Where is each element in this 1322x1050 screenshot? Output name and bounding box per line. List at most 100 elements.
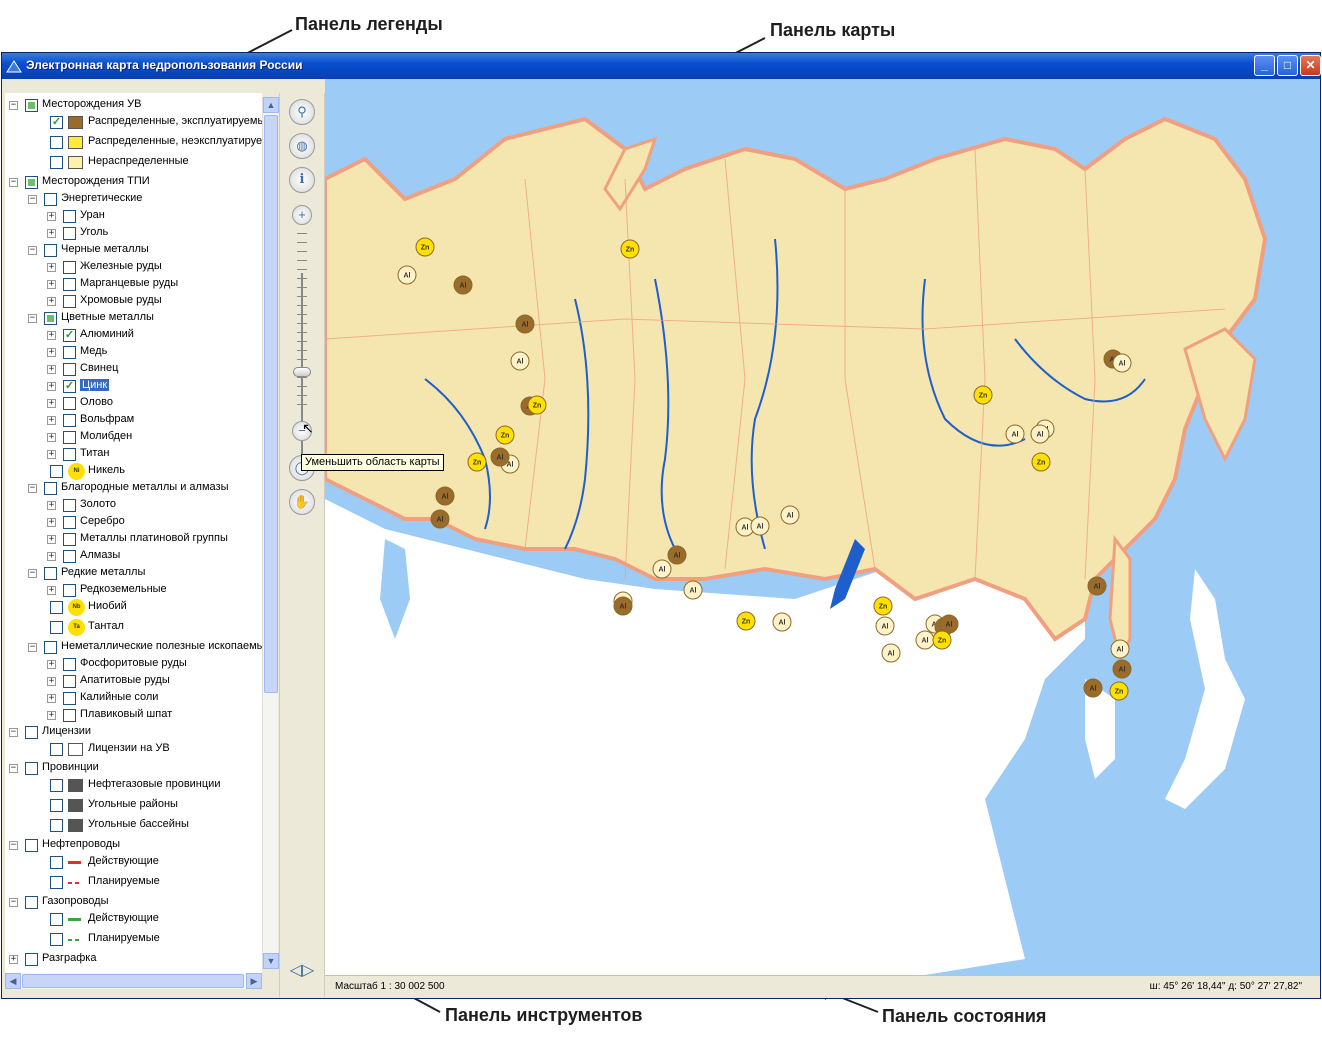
deposit-marker[interactable]: Zn: [932, 630, 952, 650]
legend-item[interactable]: + Олово: [5, 395, 262, 412]
expand-icon[interactable]: +: [47, 399, 56, 408]
collapse-icon[interactable]: −: [9, 728, 18, 737]
deposit-marker[interactable]: Al: [683, 580, 703, 600]
scroll-left-icon[interactable]: ◀: [5, 973, 21, 989]
legend-checkbox[interactable]: [50, 856, 63, 869]
expand-icon[interactable]: +: [47, 263, 56, 272]
legend-item[interactable]: + Марганцевые руды: [5, 276, 262, 293]
deposit-marker[interactable]: Al: [1112, 353, 1132, 373]
deposit-marker[interactable]: Al: [915, 630, 935, 650]
legend-checkbox[interactable]: [63, 414, 76, 427]
deposit-marker[interactable]: Zn: [873, 596, 893, 616]
expand-icon[interactable]: +: [47, 586, 56, 595]
legend-checkbox[interactable]: [63, 261, 76, 274]
legend-checkbox[interactable]: [63, 658, 76, 671]
expand-icon[interactable]: +: [47, 280, 56, 289]
deposit-marker[interactable]: Zn: [527, 395, 547, 415]
legend-checkbox[interactable]: [50, 779, 63, 792]
binoculars-icon[interactable]: ⚲: [289, 99, 315, 125]
legend-checkbox[interactable]: [50, 743, 63, 756]
legend-checkbox[interactable]: [50, 933, 63, 946]
deposit-marker[interactable]: Al: [780, 505, 800, 525]
legend-checkbox[interactable]: [63, 675, 76, 688]
deposit-marker[interactable]: Al: [875, 616, 895, 636]
expand-icon[interactable]: +: [47, 535, 56, 544]
legend-item[interactable]: + ✓ Алюминий: [5, 327, 262, 344]
deposit-marker[interactable]: Al: [510, 351, 530, 371]
collapse-icon[interactable]: −: [28, 569, 37, 578]
legend-item[interactable]: + Золото: [5, 497, 262, 514]
legend-item[interactable]: Планируемые: [5, 874, 262, 891]
legend-checkbox[interactable]: ✓: [63, 380, 76, 393]
deposit-marker[interactable]: Al: [1112, 659, 1132, 679]
legend-item[interactable]: + Редкоземельные: [5, 582, 262, 599]
expand-icon[interactable]: +: [47, 433, 56, 442]
deposit-marker[interactable]: Al: [435, 486, 455, 506]
legend-item[interactable]: + Металлы платиновой группы: [5, 531, 262, 548]
deposit-marker[interactable]: Al: [939, 614, 959, 634]
legend-item[interactable]: + Молибден: [5, 429, 262, 446]
legend-item[interactable]: + Уголь: [5, 225, 262, 242]
expand-icon[interactable]: +: [9, 955, 18, 964]
legend-item[interactable]: + Фосфоритовые руды: [5, 656, 262, 673]
legend-item[interactable]: Nb Ниобий: [5, 599, 262, 616]
expand-icon[interactable]: +: [47, 677, 56, 686]
deposit-marker[interactable]: Zn: [1109, 681, 1129, 701]
deposit-marker[interactable]: Al: [453, 275, 473, 295]
deposit-marker[interactable]: Al: [1005, 424, 1025, 444]
legend-checkbox[interactable]: [63, 397, 76, 410]
collapse-icon[interactable]: −: [28, 246, 37, 255]
legend-checkbox[interactable]: [44, 312, 57, 325]
legend-checkbox[interactable]: [63, 431, 76, 444]
collapse-icon[interactable]: −: [28, 314, 37, 323]
legend-checkbox[interactable]: [63, 295, 76, 308]
deposit-marker[interactable]: Al: [652, 559, 672, 579]
deposit-marker[interactable]: Al: [881, 643, 901, 663]
legend-item[interactable]: + Вольфрам: [5, 412, 262, 429]
deposit-marker[interactable]: Al: [667, 545, 687, 565]
legend-item[interactable]: + Титан: [5, 446, 262, 463]
minimize-button[interactable]: _: [1254, 55, 1275, 76]
legend-checkbox[interactable]: [63, 278, 76, 291]
legend-item[interactable]: Ta Тантал: [5, 619, 262, 636]
deposit-marker[interactable]: Al: [1083, 678, 1103, 698]
deposit-marker[interactable]: Zn: [973, 385, 993, 405]
legend-checkbox[interactable]: [25, 762, 38, 775]
expand-icon[interactable]: +: [47, 365, 56, 374]
legend-checkbox[interactable]: [63, 533, 76, 546]
map-panel[interactable]: Zn Al Al Al Al Al Zn Zn Zn Al Al Al Al Zn Zn Al Al Al Zn Al…: [325, 79, 1320, 975]
deposit-marker[interactable]: Zn: [1031, 452, 1051, 472]
legend-checkbox[interactable]: [63, 346, 76, 359]
collapse-icon[interactable]: −: [9, 178, 18, 187]
legend-checkbox[interactable]: ✓: [50, 116, 63, 129]
legend-checkbox[interactable]: [50, 465, 63, 478]
collapse-panel-icon[interactable]: ◁▷: [289, 959, 315, 985]
close-button[interactable]: ✕: [1300, 55, 1321, 76]
deposit-marker[interactable]: Zn: [736, 611, 756, 631]
legend-item[interactable]: − Месторождения УВ: [5, 97, 262, 114]
expand-icon[interactable]: +: [47, 501, 56, 510]
legend-checkbox[interactable]: [63, 363, 76, 376]
legend-item[interactable]: Ni Никель: [5, 463, 262, 480]
legend-item[interactable]: Действующие: [5, 911, 262, 928]
globe-icon[interactable]: ◍: [289, 133, 315, 159]
legend-item[interactable]: + Апатитовые руды: [5, 673, 262, 690]
legend-checkbox[interactable]: [63, 210, 76, 223]
deposit-marker[interactable]: Zn: [495, 425, 515, 445]
legend-checkbox[interactable]: [50, 156, 63, 169]
legend-checkbox[interactable]: [63, 692, 76, 705]
scroll-thumb[interactable]: [264, 115, 278, 693]
collapse-icon[interactable]: −: [28, 643, 37, 652]
legend-item[interactable]: + Серебро: [5, 514, 262, 531]
expand-icon[interactable]: +: [47, 552, 56, 561]
collapse-icon[interactable]: −: [9, 841, 18, 850]
pan-hand-icon[interactable]: ✋: [289, 489, 315, 515]
deposit-marker[interactable]: Al: [515, 314, 535, 334]
legend-item[interactable]: − Черные металлы: [5, 242, 262, 259]
legend-item[interactable]: + Калийные соли: [5, 690, 262, 707]
deposit-marker[interactable]: Zn: [467, 452, 487, 472]
map-canvas[interactable]: Zn Al Al Al Al Al Zn Zn Zn Al Al Al Al Zn Zn Al Al Al Zn Al…: [325, 79, 1320, 975]
legend-item[interactable]: Нефтегазовые провинции: [5, 777, 262, 794]
hscroll-thumb[interactable]: [22, 974, 244, 988]
legend-checkbox[interactable]: [25, 176, 38, 189]
